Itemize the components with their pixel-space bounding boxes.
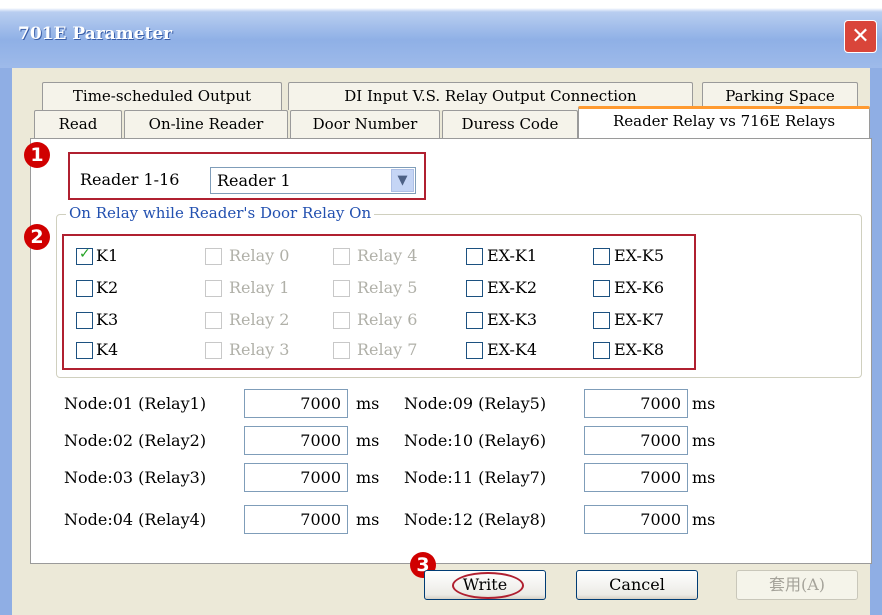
node-09-input[interactable]: 7000	[584, 389, 688, 418]
annotation-marker-1: 1	[24, 142, 50, 168]
tab-online-reader[interactable]: On-line Reader	[124, 110, 288, 138]
node-11-input[interactable]: 7000	[584, 463, 688, 492]
parameter-dialog: 701E Parameter ✕ Time-scheduled Output D…	[0, 0, 882, 615]
ex-k7-checkbox[interactable]	[593, 312, 610, 329]
k3-label: K3	[96, 310, 119, 329]
chevron-down-icon[interactable]: ▼	[391, 169, 414, 192]
tab-time-scheduled-output[interactable]: Time-scheduled Output	[42, 82, 282, 110]
node-09-label: Node:09 (Relay5)	[404, 394, 547, 413]
node-03-input[interactable]: 7000	[244, 463, 348, 492]
relay-4-checkbox	[333, 248, 350, 265]
relay-group-legend: On Relay while Reader's Door Relay On	[66, 204, 375, 222]
node-04-unit: ms	[356, 510, 380, 529]
tab-door-number[interactable]: Door Number	[290, 110, 440, 138]
relay-0-checkbox	[205, 248, 222, 265]
ex-k1-checkbox[interactable]	[466, 248, 483, 265]
node-10-label: Node:10 (Relay6)	[404, 431, 547, 450]
node-01-unit: ms	[356, 394, 380, 413]
ex-k3-label: EX-K3	[487, 310, 538, 329]
relay-3-checkbox	[205, 342, 222, 359]
relay-5-checkbox	[333, 280, 350, 297]
tab-duress-code[interactable]: Duress Code	[442, 110, 578, 138]
node-12-unit: ms	[692, 510, 716, 529]
ex-k6-label: EX-K6	[614, 278, 665, 297]
tab-read[interactable]: Read	[34, 110, 122, 138]
title-bar: 701E Parameter ✕	[0, 0, 882, 74]
node-02-label: Node:02 (Relay2)	[64, 431, 207, 450]
relay-2-label: Relay 2	[229, 310, 290, 329]
reader-range-label: Reader 1-16	[80, 170, 180, 189]
node-09-unit: ms	[692, 394, 716, 413]
k3-checkbox[interactable]	[76, 312, 93, 329]
relay-0-label: Relay 0	[229, 246, 290, 265]
highlight-oval-write	[452, 572, 524, 599]
relay-3-label: Relay 3	[229, 340, 290, 359]
relay-5-label: Relay 5	[357, 278, 418, 297]
node-03-unit: ms	[356, 468, 380, 487]
node-12-input[interactable]: 7000	[584, 505, 688, 534]
node-11-unit: ms	[692, 468, 716, 487]
ex-k7-label: EX-K7	[614, 310, 665, 329]
ex-k5-label: EX-K5	[614, 246, 665, 265]
k4-checkbox[interactable]	[76, 342, 93, 359]
reader-select[interactable]: Reader 1 ▼	[210, 167, 416, 194]
relay-6-checkbox	[333, 312, 350, 329]
ex-k2-checkbox[interactable]	[466, 280, 483, 297]
relay-7-label: Relay 7	[357, 340, 418, 359]
k4-label: K4	[96, 340, 119, 359]
relay-7-checkbox	[333, 342, 350, 359]
cancel-button[interactable]: Cancel	[576, 570, 698, 600]
ex-k8-label: EX-K8	[614, 340, 665, 359]
close-icon[interactable]: ✕	[844, 20, 877, 53]
node-01-input[interactable]: 7000	[244, 389, 348, 418]
k1-checkbox[interactable]: ✓	[76, 246, 93, 265]
relay-1-checkbox	[205, 280, 222, 297]
relay-6-label: Relay 6	[357, 310, 418, 329]
node-03-label: Node:03 (Relay3)	[64, 468, 207, 487]
ex-k8-checkbox[interactable]	[593, 342, 610, 359]
node-10-input[interactable]: 7000	[584, 426, 688, 455]
ex-k5-checkbox[interactable]	[593, 248, 610, 265]
node-10-unit: ms	[692, 431, 716, 450]
checkmark-icon: ✓	[79, 246, 91, 262]
reader-select-value: Reader 1	[217, 171, 291, 190]
window-title: 701E Parameter	[18, 24, 173, 44]
annotation-marker-2: 2	[24, 224, 50, 250]
node-12-label: Node:12 (Relay8)	[404, 510, 547, 529]
ex-k3-checkbox[interactable]	[466, 312, 483, 329]
node-11-label: Node:11 (Relay7)	[404, 468, 547, 487]
node-01-label: Node:01 (Relay1)	[64, 394, 207, 413]
k1-label: K1	[96, 246, 119, 265]
ex-k4-checkbox[interactable]	[466, 342, 483, 359]
node-04-label: Node:04 (Relay4)	[64, 510, 207, 529]
relay-2-checkbox	[205, 312, 222, 329]
node-04-input[interactable]: 7000	[244, 505, 348, 534]
node-02-unit: ms	[356, 431, 380, 450]
ex-k1-label: EX-K1	[487, 246, 538, 265]
relay-1-label: Relay 1	[229, 278, 290, 297]
relay-4-label: Relay 4	[357, 246, 418, 265]
node-02-input[interactable]: 7000	[244, 426, 348, 455]
ex-k4-label: EX-K4	[487, 340, 538, 359]
window-border-left	[0, 68, 12, 615]
ex-k6-checkbox[interactable]	[593, 280, 610, 297]
k2-label: K2	[96, 278, 119, 297]
tab-reader-relay-vs-716e-relays[interactable]: Reader Relay vs 716E Relays	[578, 106, 870, 139]
k2-checkbox[interactable]	[76, 280, 93, 297]
ex-k2-label: EX-K2	[487, 278, 538, 297]
apply-button: 套用(A)	[736, 570, 858, 600]
